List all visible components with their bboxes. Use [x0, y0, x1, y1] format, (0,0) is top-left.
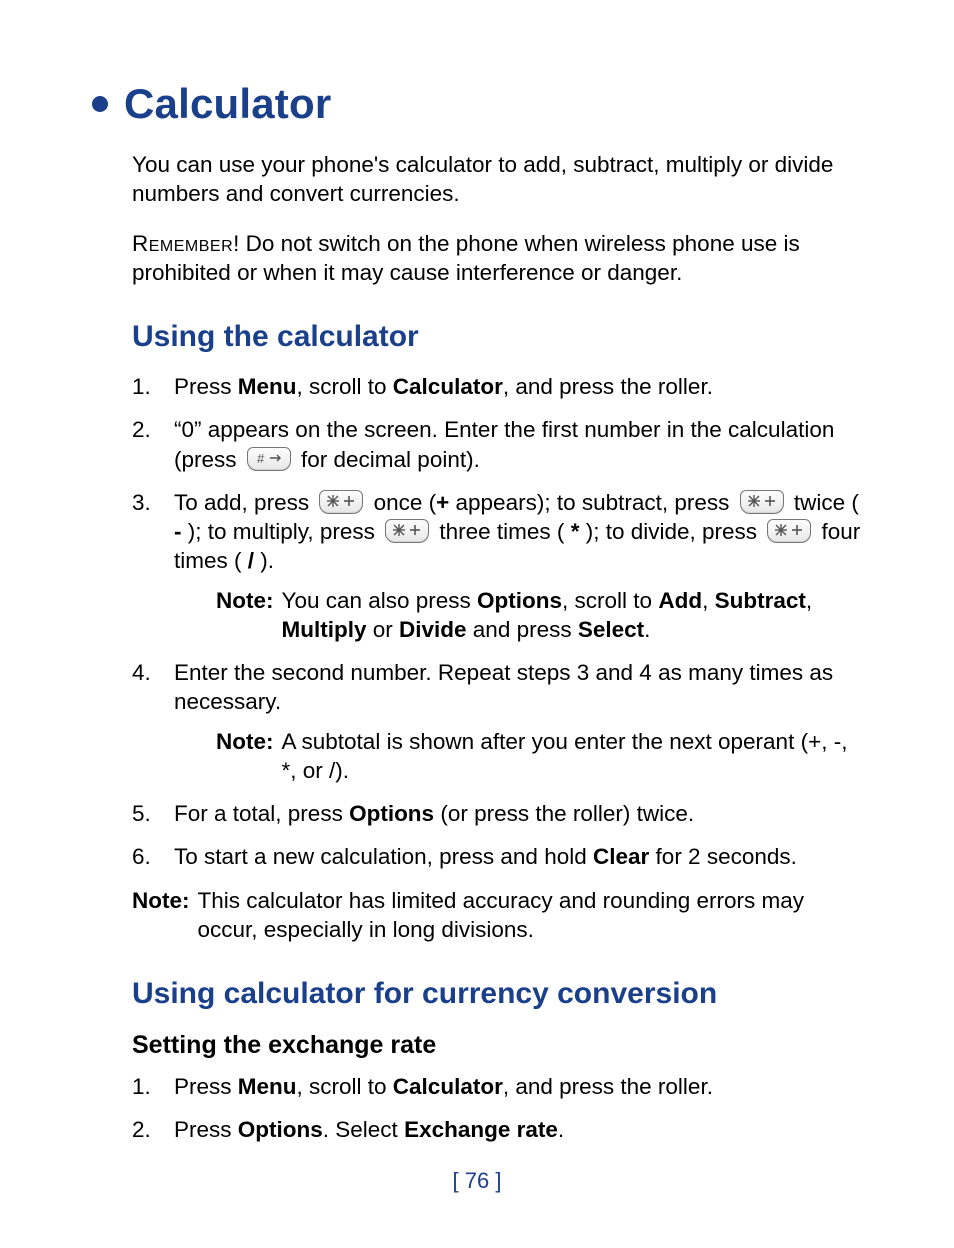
remember-text: ! Do not switch on the phone when wirele… — [132, 231, 800, 285]
currency-step-2: Press Options. Select Exchange rate. — [132, 1115, 868, 1144]
svg-text:#: # — [257, 451, 265, 466]
step-1: Press Menu, scroll to Calculator, and pr… — [132, 372, 868, 401]
star-key-icon — [385, 519, 429, 543]
star-key-icon — [319, 490, 363, 514]
note-label: Note: — [216, 727, 274, 786]
hash-key-icon: # — [247, 447, 291, 471]
section-heading-using-calculator: Using the calculator — [132, 317, 868, 356]
step-5: For a total, press Options (or press the… — [132, 799, 868, 828]
note-block-2: Note: A subtotal is shown after you ente… — [216, 727, 868, 786]
step-3: To add, press once (+ appears); to subtr… — [132, 488, 868, 644]
intro-paragraph: You can use your phone's calculator to a… — [132, 150, 868, 209]
note-text: A subtotal is shown after you enter the … — [282, 727, 869, 786]
subheading-exchange-rate: Setting the exchange rate — [132, 1029, 868, 1062]
page-number: [ 76 ] — [0, 1168, 954, 1194]
bold-menu: Menu — [238, 374, 297, 399]
step-6: To start a new calculation, press and ho… — [132, 842, 868, 871]
page-title: Calculator — [124, 80, 331, 128]
steps-list-2: Press Menu, scroll to Calculator, and pr… — [132, 1072, 868, 1145]
note-label: Note: — [216, 586, 274, 645]
page-body: You can use your phone's calculator to a… — [132, 150, 868, 1144]
remember-paragraph: Remember! Do not switch on the phone whe… — [132, 229, 868, 288]
step-4: Enter the second number. Repeat steps 3 … — [132, 658, 868, 785]
remember-label: Remember — [132, 231, 233, 256]
note-text: This calculator has limited accuracy and… — [198, 886, 869, 945]
currency-step-1: Press Menu, scroll to Calculator, and pr… — [132, 1072, 868, 1101]
title-bullet-icon — [92, 96, 108, 112]
note-text: You can also press Options, scroll to Ad… — [282, 586, 869, 645]
star-key-icon — [740, 490, 784, 514]
star-key-icon — [767, 519, 811, 543]
note-block-1: Note: You can also press Options, scroll… — [216, 586, 868, 645]
step-2: “0” appears on the screen. Enter the fir… — [132, 415, 868, 474]
manual-page: Calculator You can use your phone's calc… — [0, 0, 954, 1248]
page-title-row: Calculator — [92, 80, 868, 128]
steps-list-1: Press Menu, scroll to Calculator, and pr… — [132, 372, 868, 872]
section-heading-currency: Using calculator for currency conversion — [132, 974, 868, 1013]
note-label: Note: — [132, 886, 190, 945]
bold-calculator: Calculator — [393, 374, 503, 399]
note-block-3: Note: This calculator has limited accura… — [132, 886, 868, 945]
